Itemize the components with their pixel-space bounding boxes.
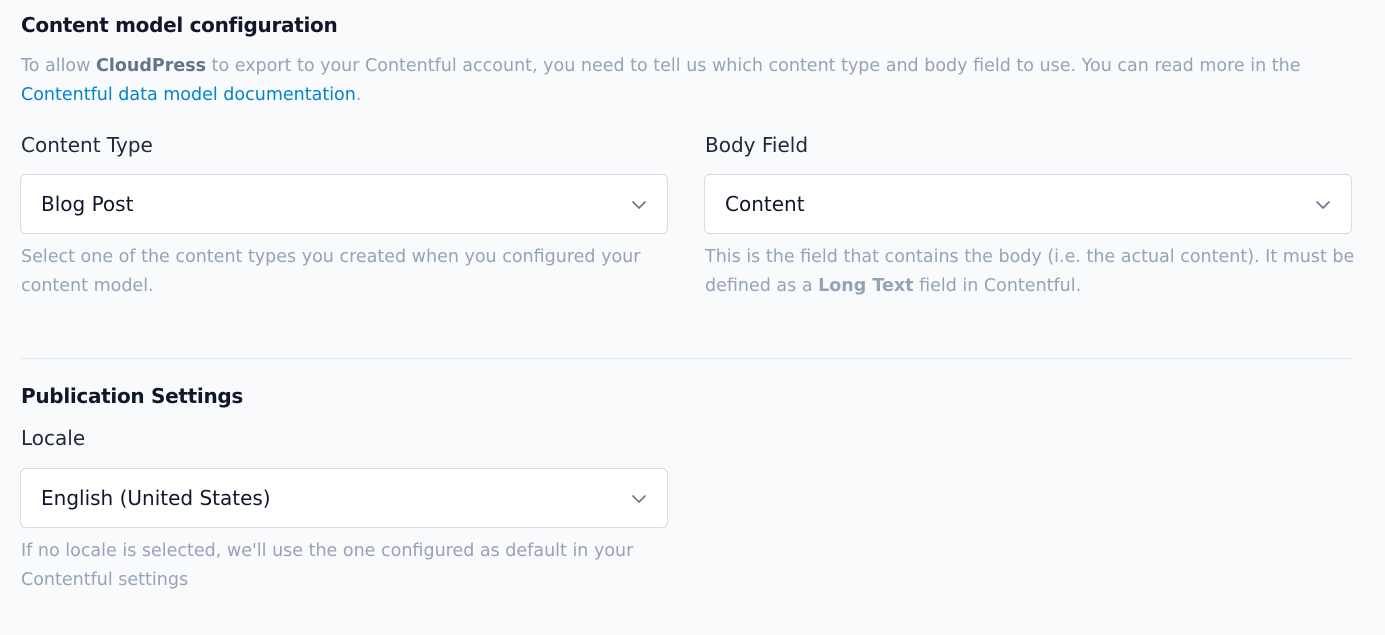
locale-label: Locale	[21, 426, 86, 450]
body-field-help: This is the field that contains the body…	[705, 243, 1365, 301]
content-type-value: Blog Post	[41, 192, 134, 216]
chevron-down-icon	[632, 201, 646, 209]
section-divider	[21, 358, 1352, 359]
chevron-down-icon	[1316, 201, 1330, 209]
intro-brand: CloudPress	[96, 56, 207, 76]
intro-text-middle: to export to your Contentful account, yo…	[206, 56, 1301, 76]
body-help-end: field in Contentful.	[913, 276, 1082, 296]
content-type-label: Content Type	[21, 133, 153, 157]
intro-text-start: To allow	[21, 56, 97, 76]
publication-settings-title: Publication Settings	[21, 384, 244, 408]
locale-value: English (United States)	[41, 486, 271, 510]
locale-select[interactable]: English (United States)	[20, 468, 668, 528]
body-help-bold: Long Text	[818, 276, 914, 296]
chevron-down-icon	[632, 495, 646, 503]
locale-help: If no locale is selected, we'll use the …	[21, 541, 634, 590]
body-field-select[interactable]: Content	[704, 174, 1352, 234]
content-type-select[interactable]: Blog Post	[20, 174, 668, 234]
content-type-help: Select one of the content types you crea…	[21, 247, 641, 296]
body-field-label: Body Field	[705, 133, 809, 157]
settings-page: Content model configuration To allow Clo…	[0, 0, 1385, 635]
contentful-docs-link[interactable]: Contentful data model documentation	[21, 85, 356, 105]
content-model-title: Content model configuration	[21, 13, 338, 37]
body-field-value: Content	[725, 192, 805, 216]
intro-text-end: .	[355, 85, 362, 105]
content-model-intro: To allow CloudPress to export to your Co…	[21, 52, 1341, 110]
